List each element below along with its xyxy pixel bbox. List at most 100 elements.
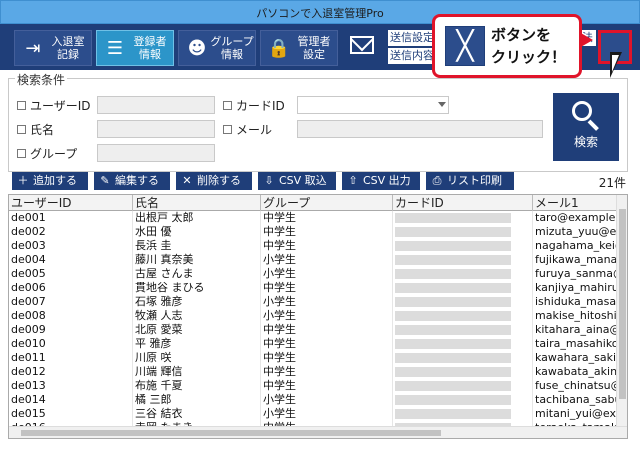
group-input[interactable]	[97, 144, 215, 162]
name-cell: 橘 三郎	[133, 393, 261, 407]
entry-exit-record-button[interactable]: ⇥ 入退室 記録	[14, 30, 92, 66]
scroll-thumb[interactable]	[619, 209, 626, 399]
user-card-icon: ☰	[106, 37, 124, 59]
checkbox-box[interactable]	[223, 125, 232, 134]
group-cell: 中学生	[261, 323, 393, 337]
table-row[interactable]: de001 出根戸 太郎 中学生 taro@example.c	[9, 211, 617, 225]
mail-checkbox[interactable]: メール	[223, 121, 272, 138]
masked-card-id	[395, 339, 511, 349]
door-enter-icon: ⇥	[25, 37, 41, 59]
group-cell: 小学生	[261, 295, 393, 309]
name-cell: 平 雅彦	[133, 337, 261, 351]
search-button[interactable]: 検索	[553, 93, 619, 161]
table-row[interactable]: de005 古屋 さんま 小学生 furuya_sanma@	[9, 267, 617, 281]
mail-cell: ishiduka_masah	[535, 295, 617, 309]
registrant-info-button[interactable]: ☰ 登録者 情報	[96, 30, 174, 66]
name-checkbox[interactable]: 氏名	[17, 121, 54, 138]
mail-cell: kitahara_aina@e	[533, 323, 617, 337]
masked-card-id	[395, 311, 511, 321]
checkbox-box[interactable]	[17, 149, 26, 158]
table-row[interactable]: de008牧瀬 人志小学生 makise_hitoshi@	[9, 309, 617, 323]
column-header[interactable]: メール1	[533, 195, 617, 211]
checkbox-box[interactable]	[17, 125, 26, 134]
group-checkbox[interactable]: グループ	[17, 145, 77, 162]
table-row[interactable]: de006貫地谷 まひる中学生 kanjiya_mahiru@	[9, 281, 617, 295]
admin-settings-button[interactable]: 🔒 管理者 設定	[260, 30, 338, 66]
table-row[interactable]: de015三谷 結衣小学生 mitani_yui@exar	[9, 407, 617, 421]
mail-cell: makise_hitoshi@	[533, 309, 617, 323]
card-id-cell	[393, 295, 533, 309]
group-cell: 中学生	[261, 239, 393, 253]
masked-card-id	[395, 325, 511, 335]
print-list-button[interactable]: ⎙ リスト印刷	[426, 172, 514, 190]
user-id-cell: de007	[9, 295, 133, 309]
table-row[interactable]: de009北原 愛菜中学生 kitahara_aina@e	[9, 323, 617, 337]
column-header[interactable]: ユーザーID	[9, 195, 133, 211]
mail-cell: taira_masahiko@	[533, 337, 617, 351]
column-header[interactable]: カードID	[393, 195, 533, 211]
mail-icon[interactable]	[350, 36, 374, 54]
group-info-button[interactable]: ☻ グループ 情報	[178, 30, 256, 66]
table-row[interactable]: de002水田 優中学生 mizuta_yuu@exa	[9, 225, 617, 239]
card-id-label: カードID	[236, 99, 285, 113]
delete-button[interactable]: ✕ 削除する	[176, 172, 252, 190]
table-row[interactable]: de003 長浜 圭中学生 nagahama_kei@	[9, 239, 617, 253]
user-id-checkbox[interactable]: ユーザーID	[17, 97, 91, 114]
user-id-cell: de012	[9, 365, 133, 379]
export-file-icon: ⇧	[348, 174, 358, 187]
user-id-cell: de013	[9, 379, 133, 393]
mail-input[interactable]	[297, 120, 543, 138]
user-id-cell: de004	[9, 253, 133, 267]
search-panel: 検索条件 ユーザーID カードID 氏名 メール グループ 検索	[8, 71, 628, 172]
record-count: 21件	[598, 176, 626, 190]
vertical-scrollbar[interactable]	[616, 195, 627, 427]
add-button[interactable]: ＋ 追加する	[12, 172, 88, 190]
search-legend: 検索条件	[15, 71, 68, 88]
card-id-cell	[393, 225, 533, 239]
name-cell: 長浜 圭	[133, 239, 261, 253]
card-id-cell	[393, 281, 533, 295]
csv-export-button[interactable]: ⇧ CSV 出力	[342, 172, 420, 190]
chevron-down-icon	[438, 102, 446, 107]
delete-x-icon: ✕	[182, 174, 192, 187]
checkbox-box[interactable]	[17, 101, 26, 110]
mail-cell: kawahara_saki@	[535, 351, 617, 365]
group-info-label: グループ 情報	[210, 35, 254, 61]
column-header[interactable]: グループ	[261, 195, 393, 211]
card-id-cell	[393, 393, 533, 407]
group-label: グループ	[30, 147, 78, 161]
name-cell: 布施 千夏	[133, 379, 261, 393]
table-row[interactable]: de010平 雅彦中学生 taira_masahiko@	[9, 337, 617, 351]
user-id-cell: de009	[9, 323, 133, 337]
table-row[interactable]: de004藤川 真奈美小学生 fujikawa_manam	[9, 253, 617, 267]
group-cell: 小学生	[261, 267, 393, 281]
print-list-label: リスト印刷	[447, 174, 502, 187]
table-row[interactable]: de012 川端 輝信 中学生 kawabata_akino	[9, 365, 617, 379]
user-id-label: ユーザーID	[30, 99, 91, 113]
table-row[interactable]: de007 石塚 雅彦 小学生 ishiduka_masah	[9, 295, 617, 309]
callout-pointer	[579, 32, 593, 48]
name-cell: 出根戸 太郎	[133, 211, 261, 225]
csv-import-button[interactable]: ⇩ CSV 取込	[258, 172, 336, 190]
name-cell: 藤川 真奈美	[133, 253, 261, 267]
column-header[interactable]: 氏名	[133, 195, 261, 211]
card-id-checkbox[interactable]: カードID	[223, 97, 285, 114]
horizontal-scrollbar[interactable]	[9, 426, 627, 438]
table-row[interactable]: de013 布施 千夏 中学生 fuse_chinatsu@	[9, 379, 617, 393]
scroll-thumb[interactable]	[21, 430, 441, 436]
mail-cell: taro@example.c	[535, 211, 617, 225]
registrant-info-label: 登録者 情報	[133, 35, 167, 61]
user-id-input[interactable]	[97, 96, 215, 114]
pencil-icon: ✎	[100, 174, 110, 187]
table-row[interactable]: de011川原 咲中学生 kawahara_saki@	[9, 351, 617, 365]
table-row[interactable]: de014 橘 三郎 小学生 tachibana_sabu	[9, 393, 617, 407]
group-cell: 中学生	[261, 351, 393, 365]
mail-cell: furuya_sanma@	[535, 267, 617, 281]
group-cell: 小学生	[261, 393, 393, 407]
masked-card-id	[395, 395, 511, 405]
name-input[interactable]	[97, 120, 215, 138]
card-id-select[interactable]	[297, 96, 449, 114]
checkbox-box[interactable]	[223, 101, 232, 110]
edit-button[interactable]: ✎ 編集する	[94, 172, 170, 190]
user-id-cell: de001	[9, 211, 133, 225]
